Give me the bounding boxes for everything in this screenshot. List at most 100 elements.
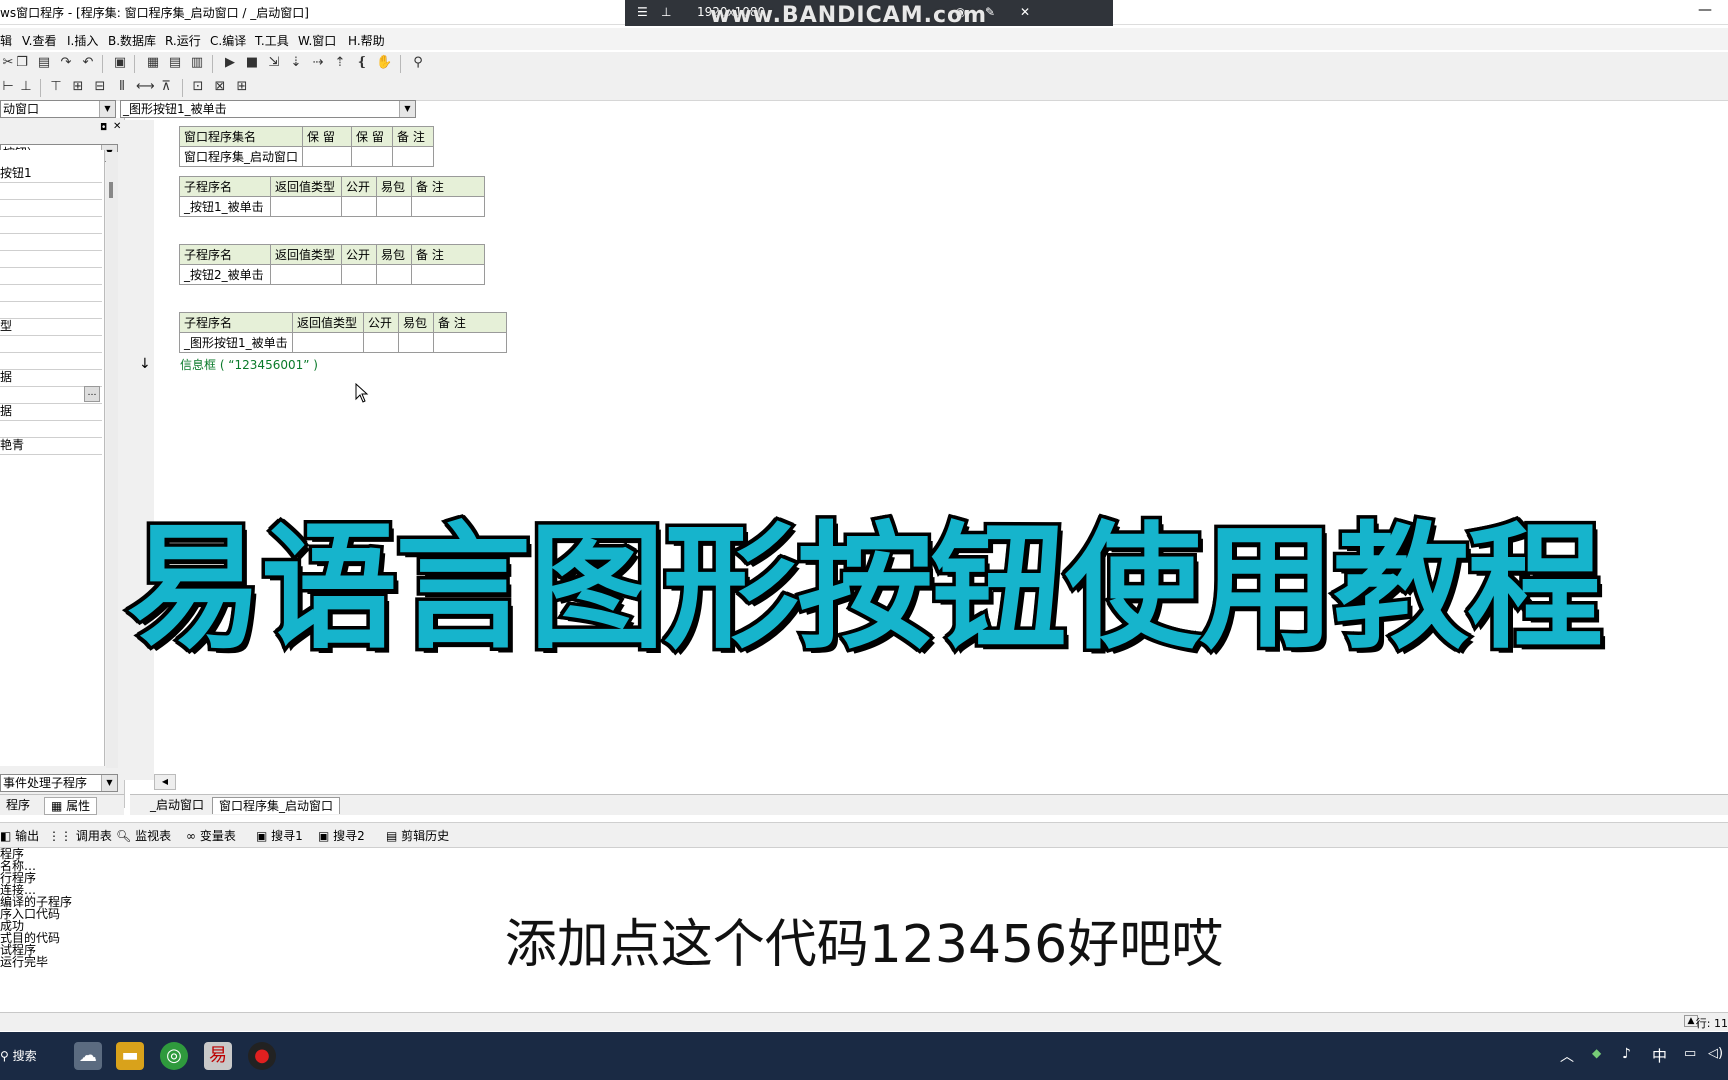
record-icon[interactable]: ● xyxy=(248,1042,276,1070)
tab-clip-history[interactable]: ▤ 剪辑历史 xyxy=(386,827,449,844)
table-cell[interactable] xyxy=(392,146,435,167)
paste-icon[interactable]: ▤ xyxy=(36,55,52,71)
network-icon[interactable]: ▭ xyxy=(1684,1046,1696,1061)
center-v-icon[interactable]: ⊠ xyxy=(212,79,228,95)
property-row[interactable]: … xyxy=(0,386,102,404)
tab-watch[interactable]: 🔍︎ 监视表 xyxy=(116,827,171,844)
property-row[interactable]: 艳青 xyxy=(0,437,102,455)
menu-icon[interactable]: ☰ xyxy=(637,5,648,19)
property-row[interactable] xyxy=(0,420,102,438)
align-top-icon[interactable]: ⊤ xyxy=(48,79,64,95)
step-out-icon[interactable]: ⇡ xyxy=(332,55,348,71)
property-row[interactable] xyxy=(0,352,102,370)
code-statement[interactable]: 信息框 ( “123456001” ) xyxy=(180,356,318,373)
find-icon[interactable]: ▣ xyxy=(112,55,128,71)
property-row[interactable] xyxy=(0,284,102,302)
method-selector[interactable]: _图形按钮1_被单击 ▼ xyxy=(120,100,416,118)
tray-gpu-icon[interactable]: ◆ xyxy=(1592,1046,1601,1060)
undo-icon[interactable]: ↶ xyxy=(80,55,96,71)
align-bottom-icon[interactable]: ⊟ xyxy=(92,79,108,95)
run-icon[interactable]: ▶ xyxy=(222,55,238,71)
close-icon[interactable]: ✕ xyxy=(113,121,121,132)
tab-output[interactable]: ◧ 输出 xyxy=(0,827,39,844)
table-cell[interactable] xyxy=(411,196,485,217)
scroll-left-button[interactable]: ◀ xyxy=(154,774,176,790)
binoculars-icon[interactable]: ⚲ xyxy=(410,55,426,71)
minimize-button[interactable]: — xyxy=(1698,2,1712,18)
stop-icon[interactable]: ■ xyxy=(244,55,260,71)
pin-icon[interactable]: ⊥ xyxy=(661,5,671,19)
property-scrollbar[interactable] xyxy=(106,152,118,768)
property-row[interactable] xyxy=(0,216,102,234)
ellipsis-button[interactable]: … xyxy=(84,386,100,402)
property-row[interactable]: 型 xyxy=(0,318,102,336)
menu-insert[interactable]: I.插入 xyxy=(67,32,98,49)
property-row[interactable] xyxy=(0,199,102,217)
center-h-icon[interactable]: ⊡ xyxy=(190,79,206,95)
tray-chevron-icon[interactable]: ︿ xyxy=(1560,1046,1574,1066)
align-center-icon[interactable]: ⊥ xyxy=(18,79,34,95)
property-row[interactable] xyxy=(0,233,102,251)
space-vertical-icon[interactable]: ⊼ xyxy=(158,79,174,95)
table-cell[interactable]: 窗口程序集_启动窗口 xyxy=(178,146,304,167)
table-cell[interactable]: _按钮1_被单击 xyxy=(179,196,271,217)
menu-edit[interactable]: 辑 xyxy=(0,32,12,49)
property-row[interactable]: 据 xyxy=(0,403,102,421)
folder-icon[interactable]: ▬ xyxy=(116,1042,144,1070)
tab-search2[interactable]: ▣ 搜寻2 xyxy=(318,827,365,844)
table-cell[interactable] xyxy=(363,332,399,353)
property-row[interactable]: 据 xyxy=(0,369,102,387)
step-over-icon[interactable]: ⇢ xyxy=(310,55,326,71)
pin-icon[interactable]: ◘ xyxy=(100,123,107,133)
table-cell[interactable] xyxy=(302,146,353,167)
layout2-icon[interactable]: ▤ xyxy=(167,55,183,71)
menu-window[interactable]: W.窗口 xyxy=(298,32,336,49)
tab-start-window[interactable]: _启动窗口 xyxy=(144,797,210,813)
table-cell[interactable] xyxy=(341,264,377,285)
table-cell[interactable] xyxy=(341,196,377,217)
copy-icon[interactable]: ❐ xyxy=(14,55,30,71)
close-icon[interactable]: ✕ xyxy=(1020,5,1030,19)
menu-run[interactable]: R.运行 xyxy=(165,32,201,49)
menu-tools[interactable]: T.工具 xyxy=(255,32,289,49)
redo-icon[interactable]: ↷ xyxy=(58,55,74,71)
table-cell[interactable] xyxy=(351,146,394,167)
table-cell[interactable] xyxy=(433,332,507,353)
table-cell[interactable] xyxy=(376,264,412,285)
scroll-thumb[interactable] xyxy=(109,182,113,198)
space-horizontal-icon[interactable]: ⟷ xyxy=(136,79,155,95)
property-row[interactable] xyxy=(0,250,102,268)
menu-help[interactable]: H.帮助 xyxy=(348,32,385,49)
grid-icon[interactable]: ⊞ xyxy=(234,79,250,95)
hand-icon[interactable]: ✋ xyxy=(376,55,392,71)
ime-indicator[interactable]: 中 xyxy=(1652,1045,1667,1066)
browser-icon[interactable]: ◎ xyxy=(160,1042,188,1070)
property-row[interactable] xyxy=(0,301,102,319)
table-cell[interactable] xyxy=(398,332,434,353)
step-icon[interactable]: ⇲ xyxy=(266,55,282,71)
menu-compile[interactable]: C.编译 xyxy=(210,32,246,49)
layout3-icon[interactable]: ▥ xyxy=(189,55,205,71)
same-width-icon[interactable]: ⫴ xyxy=(114,79,130,95)
breakpoint-icon[interactable]: ❴ xyxy=(354,55,370,71)
table-cell[interactable] xyxy=(270,196,342,217)
align-left-icon[interactable]: ⊢ xyxy=(0,79,16,95)
tab-program[interactable]: 程序 xyxy=(0,797,36,813)
step-into-icon[interactable]: ⇣ xyxy=(288,55,304,71)
menu-database[interactable]: B.数据库 xyxy=(108,32,156,49)
tab-call-stack[interactable]: ⋮⋮ 调用表 xyxy=(48,827,112,844)
property-row[interactable] xyxy=(0,267,102,285)
table-cell[interactable]: _图形按钮1_被单击 xyxy=(179,332,293,353)
tab-variables[interactable]: ∞ 变量表 xyxy=(186,827,236,844)
layout1-icon[interactable]: ▦ xyxy=(145,55,161,71)
table-cell[interactable] xyxy=(292,332,364,353)
tab-properties[interactable]: ▦ 属性 xyxy=(44,797,98,815)
table-cell[interactable] xyxy=(411,264,485,285)
table-cell[interactable] xyxy=(376,196,412,217)
property-row[interactable] xyxy=(0,335,102,353)
microphone-icon[interactable]: ♪ xyxy=(1622,1046,1631,1062)
table-cell[interactable]: _按钮2_被单击 xyxy=(179,264,271,285)
tab-assembly[interactable]: 窗口程序集_启动窗口 xyxy=(212,797,341,814)
volume-icon[interactable]: ◁) xyxy=(1708,1046,1723,1061)
chevron-down-icon[interactable]: ▼ xyxy=(99,101,115,117)
